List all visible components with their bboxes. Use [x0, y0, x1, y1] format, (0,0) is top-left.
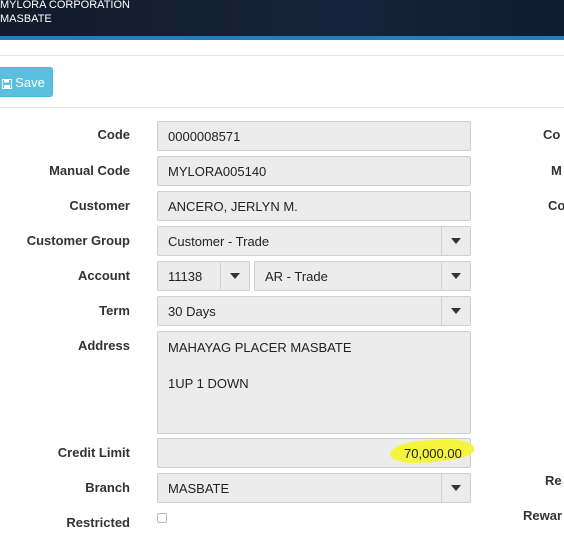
account-label: Account — [78, 268, 130, 283]
customer-group-value: Customer - Trade — [168, 233, 270, 249]
address-line2 — [168, 357, 460, 375]
address-textarea[interactable]: MAHAYAG PLACER MASBATE 1UP 1 DOWN — [157, 331, 471, 434]
save-button-label: Save — [15, 74, 45, 90]
customer-label: Customer — [69, 198, 130, 213]
app-header: MYLORA CORPORATION MASBATE — [0, 0, 564, 40]
address-line1: MAHAYAG PLACER MASBATE — [168, 340, 352, 355]
credit-limit-value: 70,000.00 — [404, 446, 462, 461]
restricted-checkbox[interactable] — [157, 513, 167, 523]
account-name-dropdown-toggle[interactable] — [441, 262, 470, 290]
manual-code-field[interactable]: MYLORA005140 — [157, 156, 471, 186]
caret-down-icon — [451, 485, 461, 491]
customer-group-label: Customer Group — [26, 233, 130, 248]
term-label: Term — [99, 303, 130, 318]
term-dropdown-toggle[interactable] — [441, 297, 470, 325]
manual-code-label: Manual Code — [49, 163, 130, 178]
branch-select[interactable]: MASBATE — [157, 473, 471, 503]
account-name-select[interactable]: AR - Trade — [254, 261, 471, 291]
right-label-5: Rewar — [523, 508, 563, 523]
branch-label: Branch — [85, 480, 130, 495]
customer-group-dropdown-toggle[interactable] — [441, 227, 470, 255]
branch-dropdown-toggle[interactable] — [441, 474, 470, 502]
address-label: Address — [77, 338, 130, 353]
toolbar: Save — [0, 55, 564, 108]
account-name-value: AR - Trade — [265, 268, 328, 284]
caret-down-icon — [451, 238, 461, 244]
customer-value: ANCERO, JERLYN M. — [168, 198, 298, 214]
header-accent-bar — [0, 36, 564, 40]
term-value: 30 Days — [168, 303, 216, 319]
company-line2: MASBATE — [0, 13, 52, 25]
company-line1: MYLORA CORPORATION — [0, 0, 130, 11]
restricted-label: Restricted — [66, 515, 130, 530]
account-code-select[interactable]: 11138 — [157, 261, 250, 291]
credit-limit-label: Credit Limit — [57, 445, 130, 460]
term-select[interactable]: 30 Days — [157, 296, 471, 326]
right-label-1: Co — [543, 127, 561, 142]
customer-field[interactable]: ANCERO, JERLYN M. — [157, 191, 471, 221]
caret-down-icon — [230, 273, 240, 279]
code-field[interactable]: 0000008571 — [157, 121, 471, 151]
manual-code-value: MYLORA005140 — [168, 163, 267, 179]
save-button[interactable]: Save — [0, 67, 53, 97]
floppy-disk-icon — [2, 77, 13, 89]
account-code-dropdown-toggle[interactable] — [220, 262, 249, 290]
branch-value: MASBATE — [168, 480, 230, 496]
code-label: Code — [97, 127, 131, 142]
address-line3: 1UP 1 DOWN — [168, 376, 249, 391]
caret-down-icon — [451, 273, 461, 279]
code-value: 0000008571 — [168, 128, 241, 144]
right-label-4: Re — [545, 473, 562, 488]
right-label-2: M — [551, 163, 562, 178]
customer-group-select[interactable]: Customer - Trade — [157, 226, 471, 256]
right-label-3: Co — [548, 198, 564, 213]
caret-down-icon — [451, 308, 461, 314]
company-name: MYLORA CORPORATION MASBATE — [0, 0, 130, 26]
